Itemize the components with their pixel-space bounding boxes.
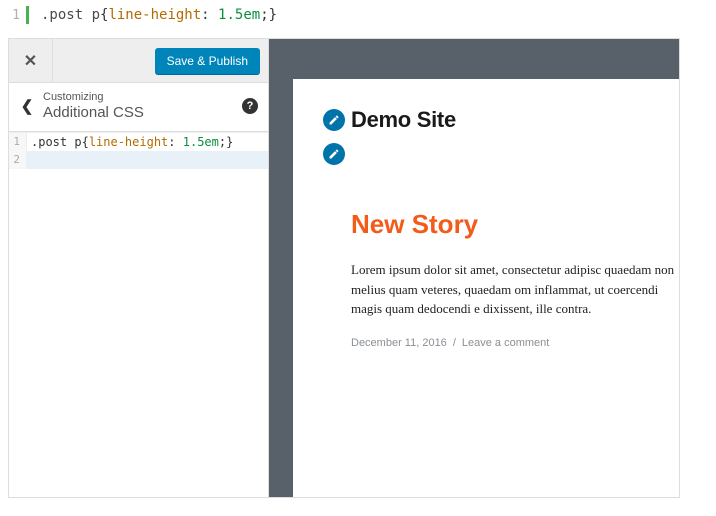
code-snippet: 1 .post p{line-height: 1.5em;} (0, 0, 716, 38)
editor-line-number: 1 (9, 133, 27, 151)
code-selector: .post p (41, 7, 100, 23)
save-publish-button[interactable]: Save & Publish (155, 48, 260, 74)
post-date: December 11, 2016 (351, 337, 447, 349)
close-button[interactable]: ✕ (9, 39, 53, 83)
help-icon[interactable]: ? (242, 98, 258, 114)
sidebar-title: Additional CSS (43, 104, 242, 121)
edit-icon[interactable] (323, 109, 345, 131)
leave-comment-link[interactable]: Leave a comment (462, 337, 549, 349)
customizer-sidebar: ✕ Save & Publish ❮ Customizing Additiona… (9, 39, 269, 497)
preview-pane: Demo Site New Story Lorem ipsum dolor si… (269, 39, 679, 497)
edit-icon[interactable] (323, 143, 345, 165)
code-line-number: 1 (10, 8, 26, 23)
customizer-window: ✕ Save & Publish ❮ Customizing Additiona… (8, 38, 680, 498)
sidebar-breadcrumb: Customizing (43, 91, 242, 103)
editor-line-text: .post p{line-height: 1.5em;} (27, 135, 233, 149)
code-active-bar (26, 6, 29, 24)
sidebar-toolbar: ✕ Save & Publish (9, 39, 268, 83)
code-text: .post p{line-height: 1.5em;} (41, 7, 277, 23)
sidebar-header: ❮ Customizing Additional CSS ? (9, 83, 268, 132)
code-property: line-height (108, 7, 201, 23)
preview-content: Demo Site New Story Lorem ipsum dolor si… (293, 79, 679, 497)
back-button[interactable]: ❮ (15, 97, 39, 115)
post-title[interactable]: New Story (351, 209, 679, 240)
code-value: 1.5em (218, 7, 260, 23)
css-editor[interactable]: 1 .post p{line-height: 1.5em;} 2 (9, 132, 268, 497)
post-body: Lorem ipsum dolor sit amet, consectetur … (351, 260, 679, 319)
site-title[interactable]: Demo Site (351, 107, 456, 133)
post-meta: December 11, 2016/Leave a comment (351, 337, 679, 349)
editor-line-number: 2 (9, 151, 27, 169)
